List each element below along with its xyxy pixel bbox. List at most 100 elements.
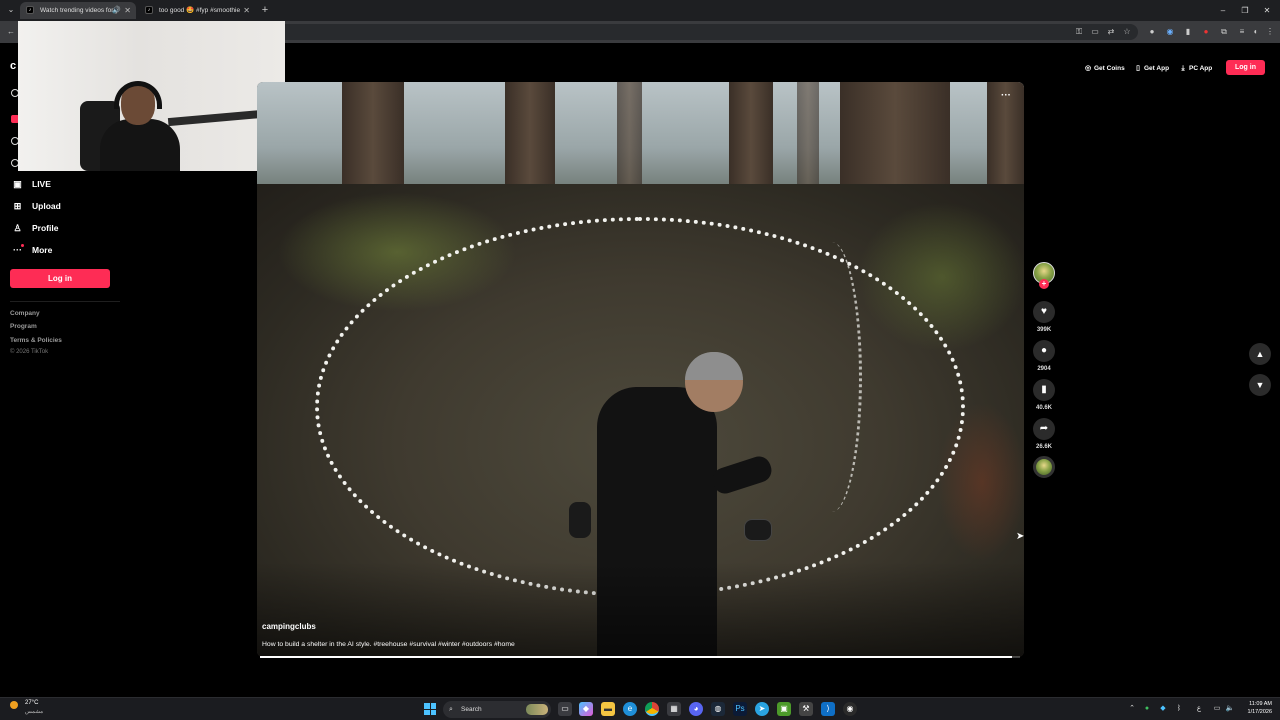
translate-icon[interactable]: ⇄ bbox=[1105, 26, 1117, 38]
sidebar-item-live[interactable]: ▣ LIVE bbox=[10, 176, 51, 192]
chrome-icon[interactable] bbox=[645, 702, 659, 716]
tree-trunk bbox=[729, 82, 773, 192]
task-view-icon[interactable]: ▭ bbox=[558, 702, 572, 716]
get-app-button[interactable]: ▯ Get App bbox=[1134, 62, 1169, 75]
get-app-label: Get App bbox=[1144, 65, 1170, 72]
tray-keyboard-icon[interactable]: ع bbox=[1194, 703, 1204, 715]
next-video-button[interactable]: ▼ bbox=[1249, 374, 1271, 396]
windows-taskbar: 27°C مشمس ⌕ Search ▭ ◆ ▬ e ▦ ◕ ◍ Ps ➤ ▣ … bbox=[0, 697, 1280, 720]
tray-chevron-up-icon[interactable]: ⌃ bbox=[1127, 703, 1137, 715]
footer-link-company[interactable]: Company bbox=[10, 310, 40, 317]
puzzle-icon[interactable]: ⧉ bbox=[1218, 26, 1230, 38]
footer-link-program[interactable]: Program bbox=[10, 323, 37, 330]
audio-extension-icon[interactable]: ◉ bbox=[1164, 26, 1176, 38]
sidebar-item-profile[interactable]: ♙ Profile bbox=[10, 220, 58, 236]
video-person-glove bbox=[744, 519, 772, 541]
maximize-button[interactable]: ❐ bbox=[1234, 0, 1256, 21]
copilot-icon[interactable]: ◆ bbox=[579, 702, 593, 716]
bookmark-star-icon[interactable]: ☆ bbox=[1121, 26, 1133, 38]
windows-start-icon[interactable] bbox=[424, 703, 436, 715]
tab-search-chevron-icon[interactable]: ⌄ bbox=[4, 3, 18, 17]
vscode-icon[interactable]: ⟩ bbox=[821, 702, 835, 716]
taskbar-clock[interactable]: 11:09 AM 1/17/2026 bbox=[1240, 700, 1272, 716]
tray-app-icon[interactable]: ◆ bbox=[1158, 703, 1168, 715]
store-icon[interactable]: ▦ bbox=[667, 702, 681, 716]
browser-tab-active[interactable]: ♪ Watch trending videos for y 🔊 ✕ bbox=[20, 2, 136, 19]
minecraft-icon[interactable]: ▣ bbox=[777, 702, 791, 716]
close-window-button[interactable]: ✕ bbox=[1256, 0, 1278, 21]
extension-icon[interactable]: ● bbox=[1146, 26, 1158, 38]
search-placeholder: Search bbox=[461, 706, 482, 713]
sidebar-login-button[interactable]: Log in bbox=[10, 269, 110, 288]
coin-icon: ◎ bbox=[1084, 65, 1092, 72]
mouse-cursor-icon: ➤ bbox=[1016, 531, 1025, 542]
video-progress-fill bbox=[260, 656, 1013, 658]
search-highlight-image bbox=[526, 704, 548, 715]
tray-app-icon[interactable]: ● bbox=[1142, 703, 1152, 715]
key-icon[interactable]: ⚿ bbox=[1073, 26, 1085, 38]
minimize-button[interactable]: – bbox=[1212, 0, 1234, 21]
file-explorer-icon[interactable]: ▬ bbox=[601, 702, 615, 716]
share-button[interactable]: ➦ bbox=[1033, 418, 1055, 440]
previous-video-button[interactable]: ▲ bbox=[1249, 343, 1271, 365]
webcam-person bbox=[100, 119, 180, 171]
weather-sun-icon[interactable] bbox=[10, 701, 18, 709]
pc-app-button[interactable]: ⤓ PC App bbox=[1179, 62, 1212, 75]
taskbar-search-box[interactable]: ⌕ Search bbox=[443, 701, 551, 718]
follow-plus-icon[interactable]: + bbox=[1039, 279, 1049, 289]
cast-icon[interactable]: ▭ bbox=[1089, 26, 1101, 38]
tray-volume-icon[interactable]: 🔈 bbox=[1225, 703, 1235, 715]
comment-icon: ● bbox=[1040, 345, 1048, 356]
steam-icon[interactable]: ◍ bbox=[711, 702, 725, 716]
speaker-icon[interactable]: 🔊 bbox=[112, 2, 121, 19]
get-coins-button[interactable]: ◎ Get Coins bbox=[1084, 62, 1125, 75]
header-login-button[interactable]: Log in bbox=[1226, 60, 1265, 75]
share-count: 26.6K bbox=[1035, 444, 1052, 450]
sidebar-item-more[interactable]: ··· More bbox=[10, 242, 52, 258]
tab-close-icon[interactable]: ✕ bbox=[243, 2, 250, 19]
new-tab-button[interactable]: + bbox=[258, 2, 272, 18]
browser-menu-icon[interactable]: ⋮ bbox=[1264, 26, 1276, 38]
app-icon[interactable]: ⚒ bbox=[799, 702, 813, 716]
copyright-text: © 2026 TikTok bbox=[10, 349, 49, 355]
video-player[interactable]: ··· bbox=[257, 82, 1024, 657]
sidepanel-icon[interactable]: ≡ bbox=[1236, 26, 1248, 38]
tiktok-logo[interactable]: c bbox=[10, 60, 16, 72]
share-icon: ➦ bbox=[1039, 423, 1049, 434]
edge-icon[interactable]: e bbox=[623, 702, 637, 716]
save-button[interactable]: ▮ bbox=[1033, 379, 1055, 401]
comment-button[interactable]: ● bbox=[1033, 340, 1055, 362]
music-disc-icon[interactable] bbox=[1033, 456, 1055, 478]
tab-close-icon[interactable]: ✕ bbox=[124, 2, 131, 19]
heart-icon: ♥ bbox=[1041, 306, 1047, 317]
sidebar-item-upload[interactable]: ⊞ Upload bbox=[10, 198, 61, 214]
video-author[interactable]: campingclubs bbox=[262, 622, 316, 631]
sidebar-item-label: More bbox=[32, 245, 53, 255]
photoshop-icon[interactable]: Ps bbox=[733, 702, 747, 716]
tree-trunk bbox=[505, 82, 555, 192]
tree-trunk bbox=[840, 82, 950, 192]
obs-icon[interactable]: ◉ bbox=[843, 702, 857, 716]
browser-tab[interactable]: ♪ too good 🤩 #fyp #smoothie ✕ bbox=[139, 2, 255, 19]
tiktok-favicon-icon: ♪ bbox=[145, 6, 153, 14]
video-more-options-icon[interactable]: ··· bbox=[1001, 90, 1011, 101]
record-extension-icon[interactable]: ● bbox=[1200, 26, 1212, 38]
bookmark-icon: ▮ bbox=[1041, 384, 1047, 395]
video-progress-bar[interactable] bbox=[260, 656, 1020, 658]
webcam-overlay bbox=[18, 21, 285, 171]
extension-icon[interactable]: ▮ bbox=[1182, 26, 1194, 38]
like-button[interactable]: ♥ bbox=[1033, 301, 1055, 323]
clock-date: 1/17/2026 bbox=[1247, 709, 1272, 715]
discord-icon[interactable]: ◕ bbox=[689, 702, 703, 716]
save-count: 40.6K bbox=[1035, 405, 1052, 411]
weather-temperature[interactable]: 27°C bbox=[25, 700, 38, 706]
tree-trunk bbox=[342, 82, 404, 192]
tray-monitor-icon[interactable]: ▭ bbox=[1212, 703, 1222, 715]
profile-avatar-icon[interactable]: ◐ bbox=[1250, 26, 1262, 38]
tray-bluetooth-icon[interactable]: ᛒ bbox=[1174, 703, 1184, 715]
telegram-icon[interactable]: ➤ bbox=[755, 702, 769, 716]
footer-link-terms[interactable]: Terms & Policies bbox=[10, 337, 62, 344]
back-icon[interactable]: ← bbox=[5, 26, 17, 38]
sidebar-divider bbox=[10, 301, 120, 302]
tree-trunk bbox=[797, 82, 819, 192]
